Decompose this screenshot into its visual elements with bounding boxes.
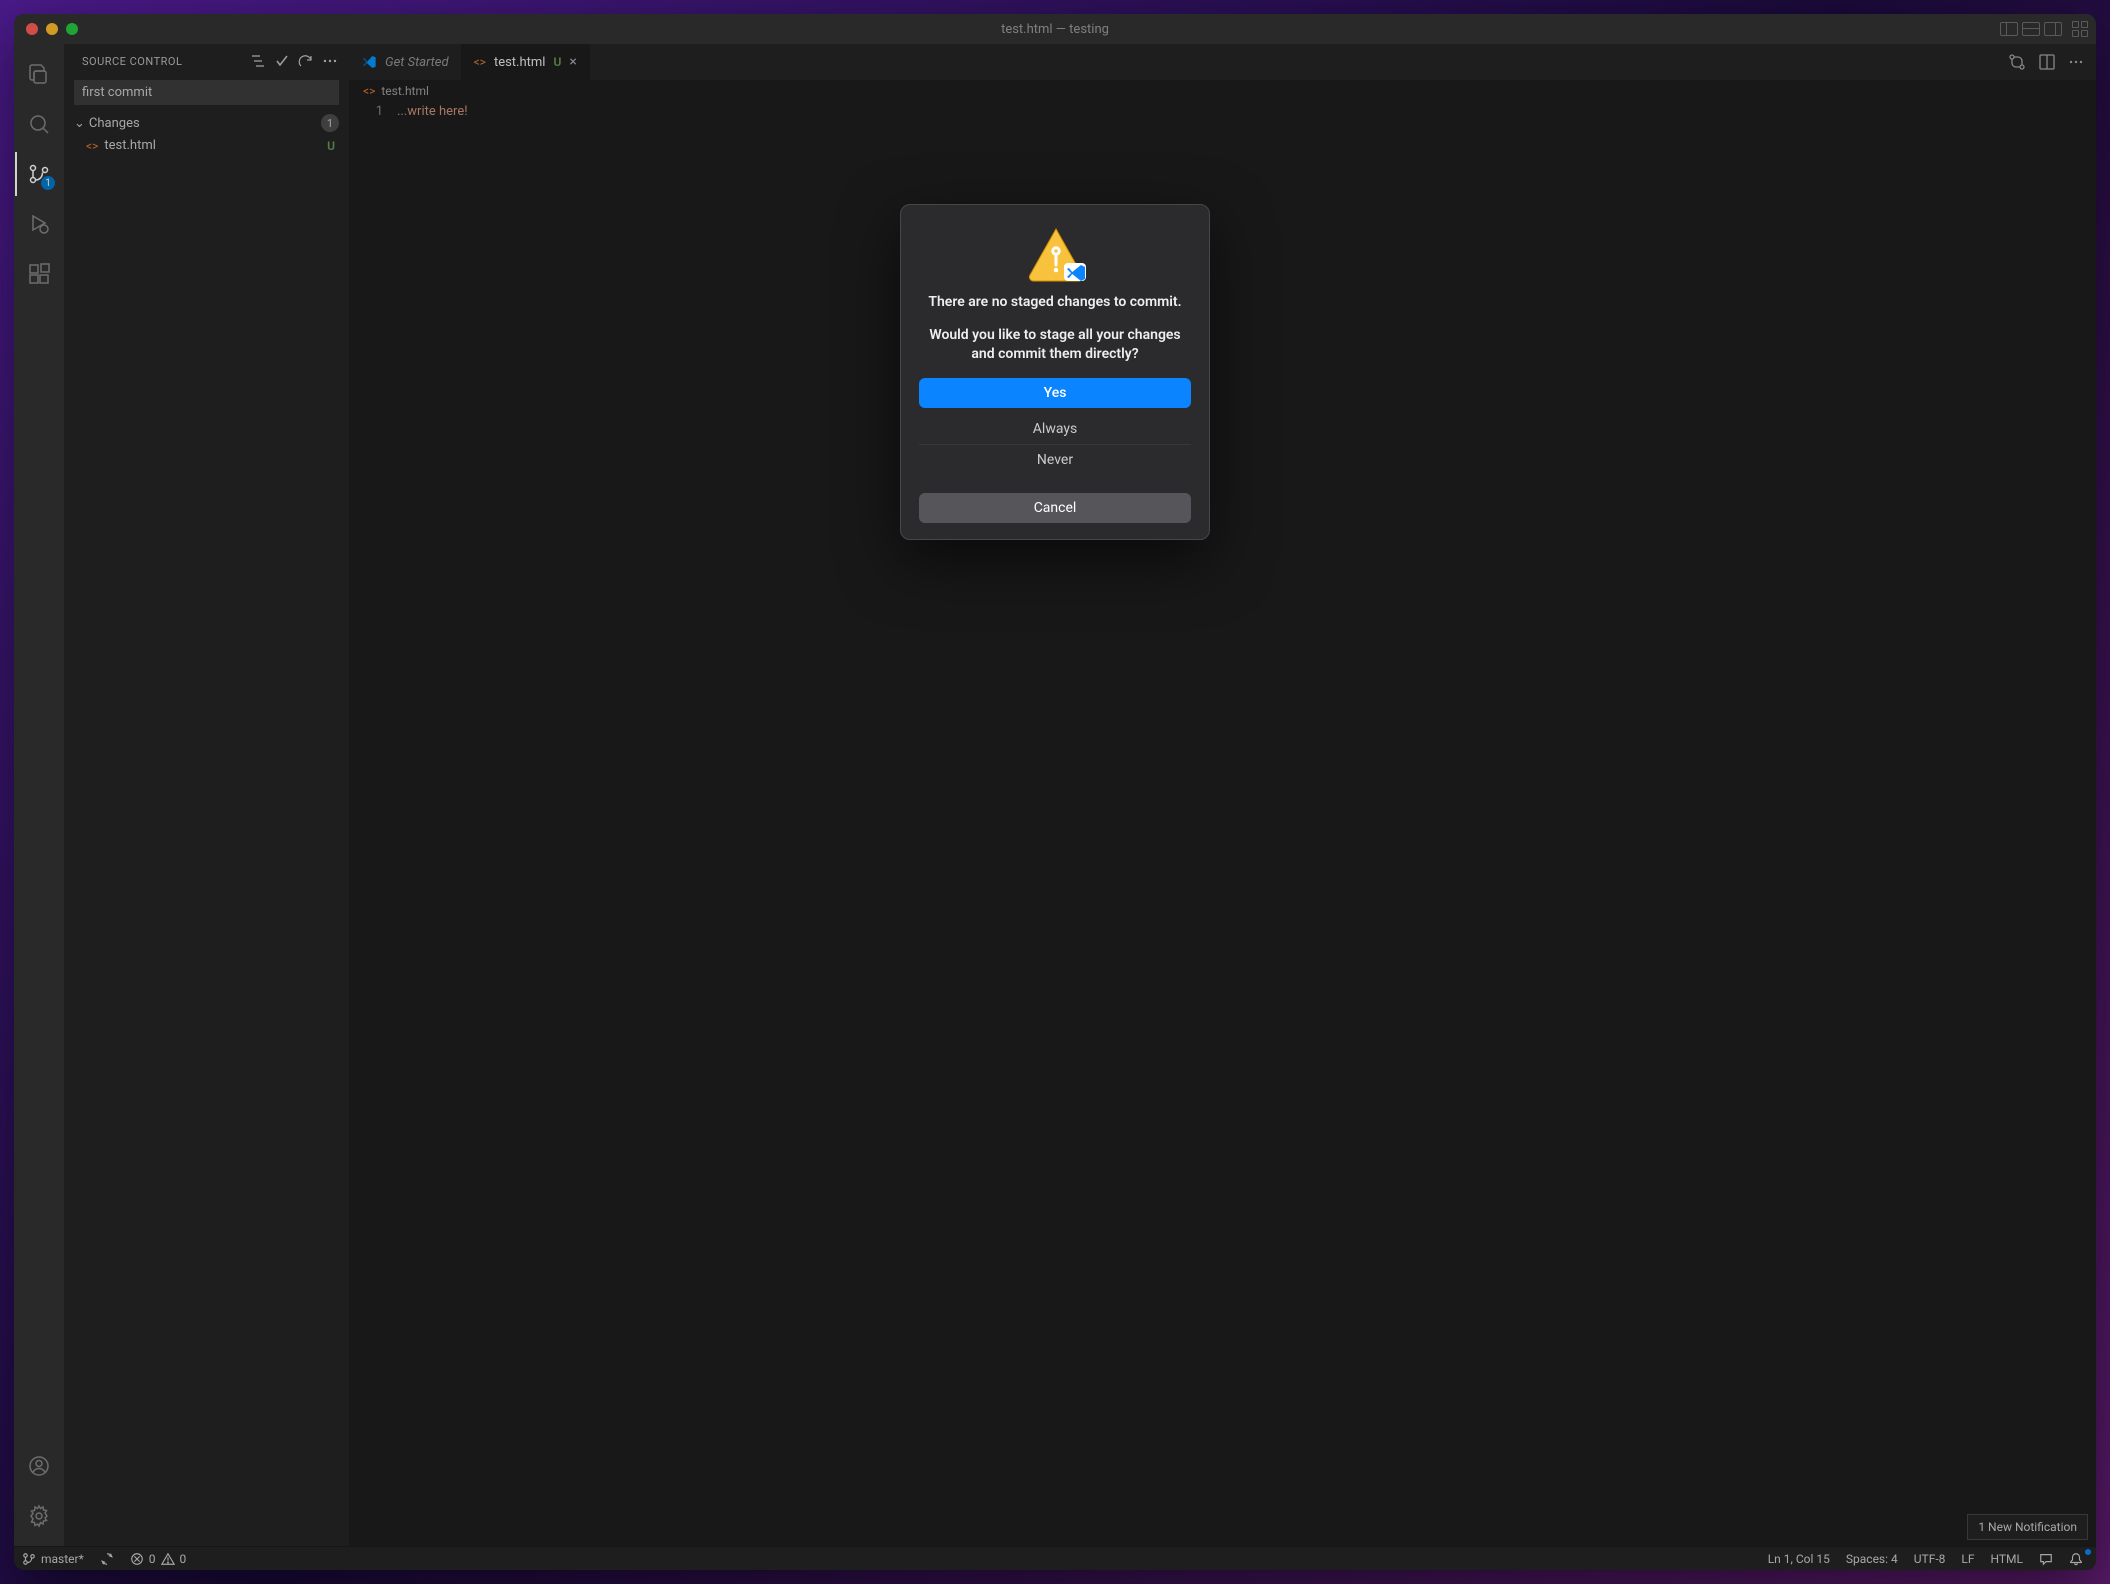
cancel-button[interactable]: Cancel bbox=[919, 493, 1191, 523]
modal-overlay: There are no staged changes to commit. W… bbox=[14, 14, 2096, 1570]
app-window: test.html — testing 1 bbox=[14, 14, 2096, 1570]
dialog-message-2: Would you like to stage all your changes… bbox=[919, 326, 1191, 364]
confirm-dialog: There are no staged changes to commit. W… bbox=[900, 204, 1210, 540]
never-button[interactable]: Never bbox=[919, 444, 1191, 475]
dialog-message-1: There are no staged changes to commit. bbox=[928, 293, 1181, 312]
always-button[interactable]: Always bbox=[919, 414, 1191, 444]
yes-button[interactable]: Yes bbox=[919, 378, 1191, 408]
warning-icon bbox=[1024, 225, 1086, 281]
